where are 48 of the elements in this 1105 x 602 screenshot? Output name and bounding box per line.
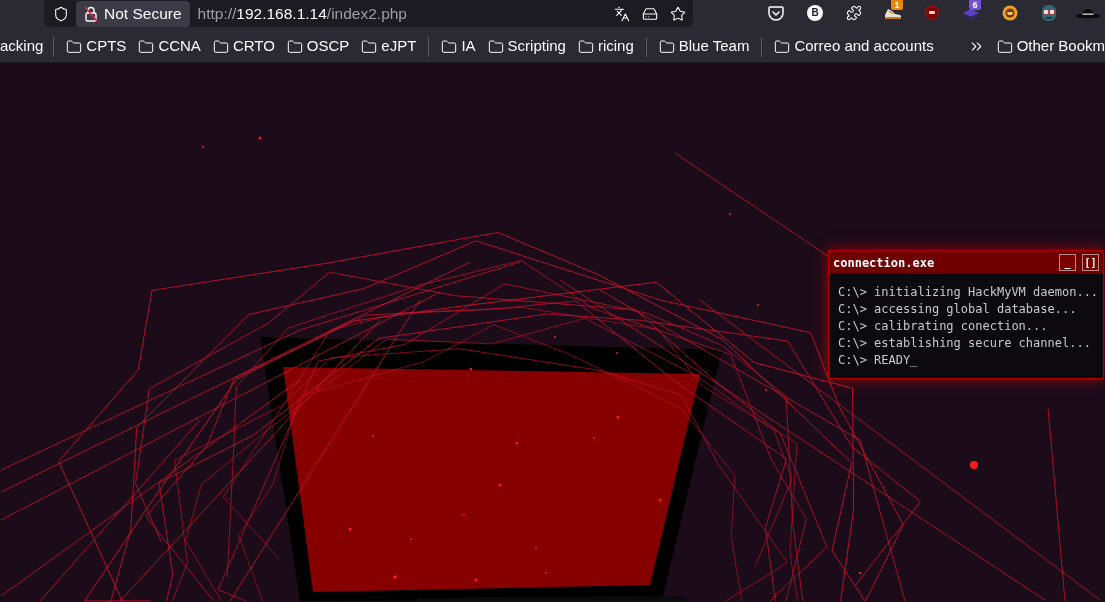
bookmark-folder[interactable]: Correo and accounts xyxy=(768,35,940,58)
goggles-face-icon[interactable] xyxy=(1040,4,1058,22)
star-icon[interactable] xyxy=(670,5,686,22)
window-title: connection.exe xyxy=(833,256,935,269)
folder-icon xyxy=(487,38,504,55)
folder-icon xyxy=(441,38,458,55)
security-indicator[interactable]: Not Secure xyxy=(76,0,190,27)
extension-shield-icon[interactable] xyxy=(924,5,940,21)
bookmark-folder[interactable]: OSCP xyxy=(280,35,356,58)
url-field[interactable]: http://192.168.1.14/index2.php xyxy=(197,1,407,26)
folder-icon xyxy=(658,38,675,55)
folder-icon xyxy=(138,38,155,55)
bookmark-folder[interactable]: CCNA xyxy=(132,35,207,58)
pocket-icon[interactable] xyxy=(768,5,784,21)
maximize-button[interactable]: [] xyxy=(1082,254,1099,271)
bookmark-folder[interactable]: Other Bookm xyxy=(994,35,1105,58)
bookmark-folder[interactable]: CRTO xyxy=(206,35,281,58)
folder-icon xyxy=(996,38,1013,55)
shield-icon[interactable] xyxy=(53,5,69,22)
bookmark-folder[interactable]: Blue Team xyxy=(652,35,756,58)
terminal-line: C:\> establishing secure channel... xyxy=(838,335,1092,352)
minimize-button[interactable]: _ xyxy=(1059,254,1076,271)
shoe-icon[interactable] xyxy=(884,6,902,20)
folder-icon xyxy=(212,38,229,55)
puzzle-icon[interactable] xyxy=(846,5,862,21)
hat-icon[interactable] xyxy=(1075,7,1101,19)
bookmark-folder[interactable]: CPTS xyxy=(60,35,133,58)
terminal-line: C:\> initializing HackMyVM daemon... xyxy=(838,284,1100,301)
bookmark-folder[interactable]: IA xyxy=(435,35,482,58)
drive-icon[interactable] xyxy=(642,5,658,22)
bookmark-folder[interactable]: acking xyxy=(0,35,48,58)
notification-badge: 1 xyxy=(891,0,903,10)
insecure-lock-icon xyxy=(84,5,98,22)
translate-icon[interactable] xyxy=(614,5,630,22)
folder-icon xyxy=(361,38,378,55)
terminal-line: C:\> READY_ xyxy=(838,352,919,369)
extension-logo[interactable]: B xyxy=(807,5,823,21)
bookmark-folder[interactable]: Scripting xyxy=(481,35,572,58)
notification-badge: 6 xyxy=(969,0,981,10)
folder-icon xyxy=(774,38,791,55)
terminal-line: C:\> accessing global database... xyxy=(838,301,1078,318)
bookmark-folder[interactable]: eJPT xyxy=(355,35,423,58)
bookmark-folder[interactable]: ricing xyxy=(571,35,640,58)
folder-icon xyxy=(66,38,83,55)
folder-icon xyxy=(577,38,594,55)
folder-icon xyxy=(286,38,303,55)
round-emblem-icon[interactable] xyxy=(1002,5,1018,21)
terminal-line: C:\> calibrating conection... xyxy=(838,318,1049,335)
